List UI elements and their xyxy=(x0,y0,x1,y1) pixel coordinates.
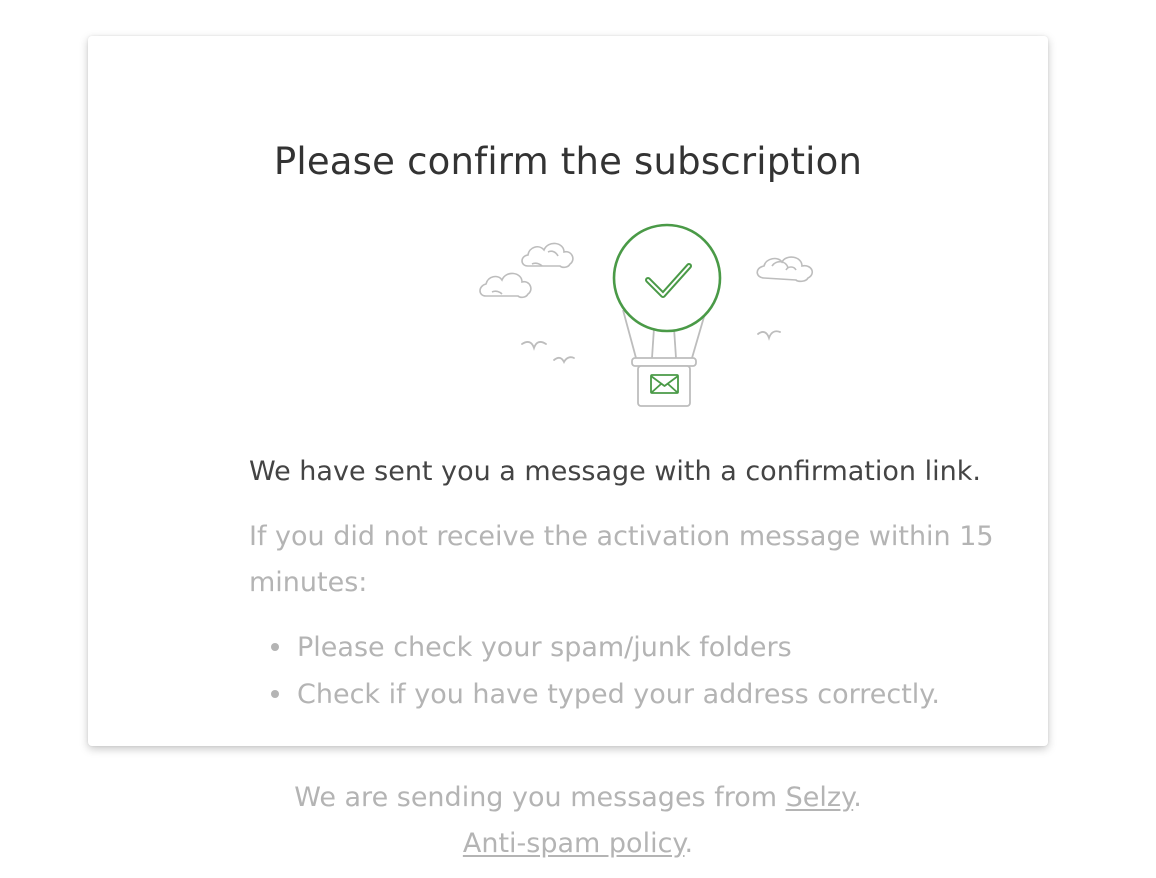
balloon-envelope xyxy=(612,223,722,333)
cloud-icon xyxy=(521,242,574,269)
anti-spam-policy-link[interactable]: Anti-spam policy xyxy=(463,828,685,859)
list-item: Check if you have typed your address cor… xyxy=(249,671,940,718)
cloud-icon xyxy=(756,256,814,283)
bullet-icon xyxy=(271,690,279,698)
list-item: Please check your spam/junk folders xyxy=(249,624,940,671)
footer-policy-line: Anti-spam policy. xyxy=(462,828,694,859)
activation-hint: If you did not receive the activation me… xyxy=(249,521,994,598)
selzy-link[interactable]: Selzy xyxy=(786,782,854,813)
page-title: Please confirm the subscription xyxy=(273,140,863,183)
confirmation-card: Please confirm the subscription We have … xyxy=(88,36,1048,746)
footer-sender-line: We are sending you messages from Selzy. xyxy=(294,782,862,813)
bullet-icon xyxy=(271,643,279,651)
tips-list: Please check your spam/junk folders Chec… xyxy=(249,624,940,718)
sent-message: We have sent you a message with a confir… xyxy=(249,456,981,487)
hot-air-balloon-icon xyxy=(479,223,814,407)
cloud-icon xyxy=(479,272,532,299)
